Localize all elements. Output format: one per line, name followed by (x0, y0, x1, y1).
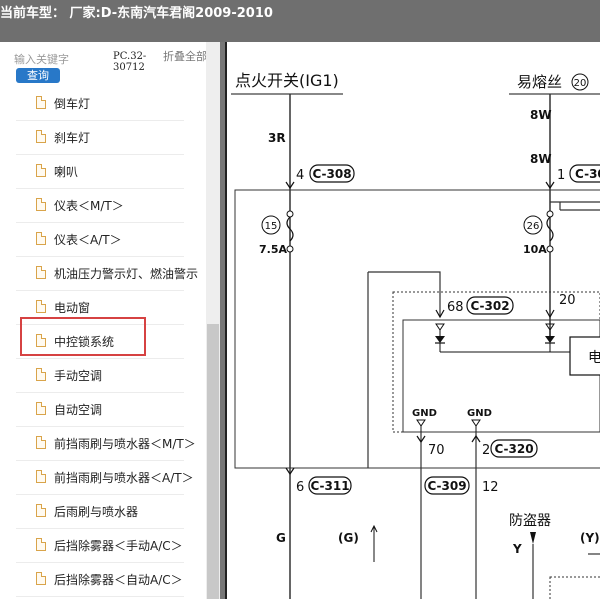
tree-item[interactable]: 手动空调 (16, 359, 184, 393)
pin-70: 70 (428, 443, 445, 458)
pin-6: 6 (296, 480, 304, 495)
wire-g-paren: (G) (338, 531, 359, 545)
tree-item[interactable]: 后挡除雾器＜自动A/C＞ (16, 563, 184, 597)
tree-item-label: 前挡雨刷与喷水器＜A/T＞ (54, 471, 194, 485)
tree-item-label: 前挡雨刷与喷水器＜M/T＞ (54, 437, 196, 451)
conn-c311: C-311 (310, 479, 349, 493)
tree-item-label: 仪表＜A/T＞ (54, 233, 122, 247)
tree-item-label: 喇叭 (54, 165, 79, 179)
tree-item[interactable]: 仪表＜A/T＞ (16, 223, 184, 257)
tree-item-label: 后挡除雾器＜自动A/C＞ (54, 573, 183, 587)
collapse-all-link[interactable]: 折叠全部 (163, 51, 207, 63)
tree-item[interactable]: 自动空调 (16, 393, 184, 427)
pin-12: 12 (482, 480, 499, 495)
search-area: 查询 PC.32-30712 折叠全部 (0, 42, 220, 92)
fuse-num: 20 (574, 78, 587, 89)
tree-item-label: 刹车灯 (54, 131, 91, 145)
fuse15-top (286, 210, 294, 218)
pin-20: 20 (559, 293, 576, 308)
selection-highlight (20, 317, 146, 356)
conn-c302: C-302 (470, 299, 509, 313)
conn-c320: C-320 (494, 442, 533, 456)
fuse26-amp: 10A (523, 243, 547, 256)
tree-item[interactable]: 后挡除雾器＜手动A/C＞ (16, 529, 184, 563)
wire-8w-a: 8W (530, 108, 552, 122)
document-icon (36, 504, 46, 517)
sidebar: 查询 PC.32-30712 折叠全部 倒车灯刹车灯喇叭仪表＜M/T＞ 仪表＜A/… (0, 42, 220, 599)
conn-c30x: C-30 (575, 167, 600, 181)
document-icon (36, 538, 46, 551)
tree-item-label: 仪表＜M/T＞ (54, 199, 124, 213)
pin-68: 68 (447, 300, 464, 315)
document-icon (36, 300, 46, 313)
pin-1: 1 (557, 168, 565, 183)
sidebar-scrollbar[interactable] (206, 42, 220, 599)
pin-2: 2 (482, 443, 490, 458)
wire-3r: 3R (268, 131, 286, 145)
tree-item[interactable]: 刹车灯 (16, 121, 184, 155)
document-icon (36, 436, 46, 449)
fuse26-top (546, 210, 554, 218)
anti-theft-label: 防盗器 (509, 513, 551, 529)
document-icon (36, 198, 46, 211)
fuse-label: 易熔丝 (517, 73, 562, 91)
vehicle-title: 当前车型： 厂家:D-东南汽车君阁2009-2010 (0, 6, 273, 21)
fuse26-num: 26 (527, 221, 540, 232)
fuse15-amp: 7.5A (259, 243, 287, 256)
gnd-2: GND (467, 408, 492, 419)
tree-item-label: 手动空调 (54, 369, 103, 383)
search-button[interactable]: 查询 (16, 68, 60, 83)
wire-y-paren: (Y) (580, 531, 600, 545)
conn-c308: C-308 (312, 167, 351, 181)
fuse26-bottom (546, 245, 554, 253)
document-icon (36, 130, 46, 143)
tree-item[interactable]: 前挡雨刷与喷水器＜M/T＞ (16, 427, 196, 461)
tree-item[interactable]: 后雨刷与喷水器 (16, 495, 184, 529)
module-partial-text: 电 (588, 350, 600, 366)
tree-item[interactable]: 喇叭 (16, 155, 184, 189)
document-icon (36, 266, 46, 279)
wire-y-label: Y (512, 542, 522, 556)
pc-code: PC.32-30712 (113, 51, 147, 73)
tree-item-label: 后挡除雾器＜手动A/C＞ (54, 539, 183, 553)
scroll-thumb[interactable] (207, 324, 219, 599)
tree-item-label: 电动窗 (54, 301, 91, 315)
search-input[interactable] (14, 52, 106, 66)
tree-item-label: 倒车灯 (54, 97, 91, 111)
gnd-1: GND (412, 408, 437, 419)
conn-c309: C-309 (427, 479, 466, 493)
fuse15-num: 15 (265, 221, 278, 232)
document-icon (36, 402, 46, 415)
document-icon (36, 232, 46, 245)
pin-4: 4 (296, 168, 304, 183)
ignition-label: 点火开关(IG1) (235, 71, 339, 90)
document-icon (36, 96, 46, 109)
tree-item-label: 机油压力警示灯、燃油警示 (54, 267, 199, 281)
wire-g: G (276, 531, 286, 545)
tree-item[interactable]: 前挡雨刷与喷水器＜A/T＞ (16, 461, 194, 495)
wiring-diagram: 点火开关(IG1) 易熔丝 20 3R 8W 8W 4 C-308 1 C-30… (225, 42, 600, 599)
wire-8w-b: 8W (530, 152, 552, 166)
tree-item-label: 后雨刷与喷水器 (54, 505, 139, 519)
wiring-diagram-svg: 点火开关(IG1) 易熔丝 20 3R 8W 8W 4 C-308 1 C-30… (225, 42, 600, 599)
tree-item[interactable]: 仪表＜M/T＞ (16, 189, 184, 223)
document-icon (36, 572, 46, 585)
document-icon (36, 368, 46, 381)
document-icon (36, 164, 46, 177)
title-bar: 当前车型： 厂家:D-东南汽车君阁2009-2010 (0, 0, 600, 42)
tree-item-label: 自动空调 (54, 403, 103, 417)
tree-item[interactable]: 机油压力警示灯、燃油警示 (16, 257, 198, 291)
fuse15-bottom (286, 245, 294, 253)
tree-item[interactable]: 倒车灯 (16, 92, 184, 121)
document-icon (36, 470, 46, 483)
